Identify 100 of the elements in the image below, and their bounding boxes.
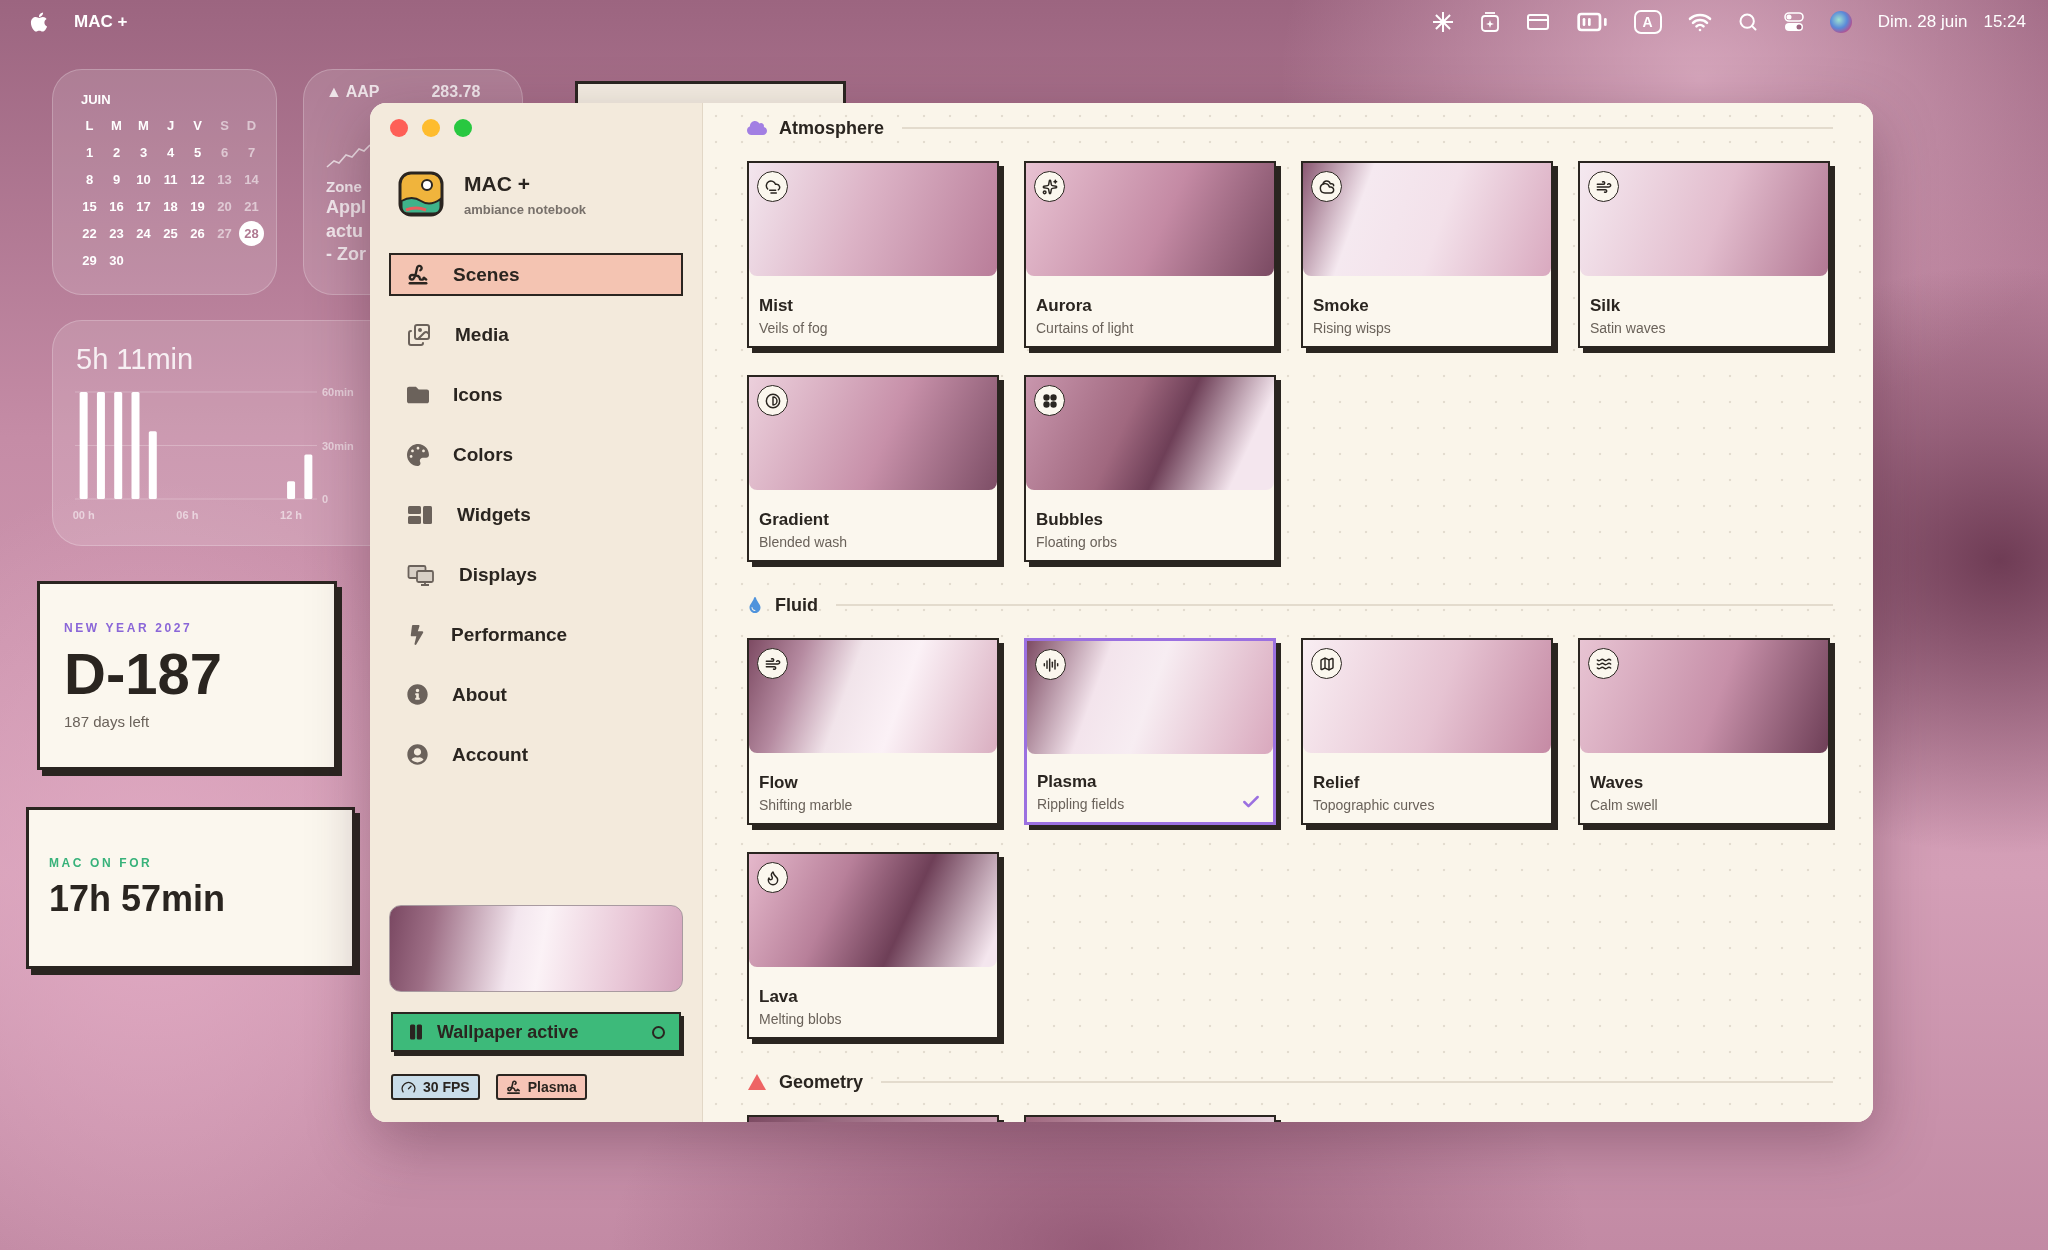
weekday-label: D <box>245 117 258 135</box>
sidebar-item[interactable]: Icons <box>389 373 683 416</box>
sidebar-item[interactable]: About <box>389 673 683 716</box>
scene-title: Lava <box>759 987 799 1007</box>
stock-news-text: Zone <box>326 176 362 197</box>
uptime-label: MAC ON FOR <box>49 856 154 871</box>
section-title: Atmosphere <box>779 117 885 139</box>
month-label: JUIN <box>81 92 112 107</box>
weekday-label: V <box>192 117 203 135</box>
starburst-icon[interactable] <box>1431 11 1454 33</box>
siri-icon[interactable] <box>1829 11 1852 33</box>
calendar-day: 21 <box>239 194 264 219</box>
menu-clock[interactable]: 15:24 <box>1983 12 2026 32</box>
calendar-day: 20 <box>212 194 237 219</box>
chart-bar <box>148 431 157 499</box>
chart-bar <box>287 481 296 499</box>
app-logo <box>398 171 444 217</box>
stock-news-text: - Zor <box>326 243 366 267</box>
calendar-day: 27 <box>212 221 237 246</box>
gauge-icon <box>401 1079 416 1095</box>
stock-symbol: ▲ AAP <box>326 82 380 102</box>
scene-title: Aurora <box>1036 296 1093 316</box>
calendar-day: 15 <box>77 194 102 219</box>
scene-subtitle: Rippling fields <box>1037 796 1125 812</box>
chart-bar <box>304 454 313 499</box>
weekday-label: M <box>110 117 123 135</box>
scene-subtitle: Satin waves <box>1590 320 1666 336</box>
calendar-day: 3 <box>131 140 156 165</box>
sidebar-item[interactable]: Scenes <box>389 253 683 296</box>
calendar-day: 28 <box>239 221 264 246</box>
images-icon <box>407 322 431 347</box>
scene-title: Waves <box>1590 773 1645 793</box>
calendar-day: 11 <box>158 167 183 192</box>
sidebar-item-label: Performance <box>451 623 568 646</box>
calendar-day: 26 <box>185 221 210 246</box>
sidebar-item-label: Icons <box>453 383 503 406</box>
sidebar-item[interactable]: Account <box>389 733 683 776</box>
sparkline <box>326 142 371 169</box>
countdown-label: NEW YEAR 2027 <box>64 620 194 635</box>
scene-subtitle: Blended wash <box>759 534 847 550</box>
monitors-icon <box>407 563 435 586</box>
calendar-day: 4 <box>158 140 183 165</box>
calendar-day: 7 <box>239 140 264 165</box>
app-menu[interactable]: MAC + <box>74 12 128 32</box>
sidebar-item[interactable]: Displays <box>389 553 683 596</box>
sidebar-item[interactable]: Performance <box>389 613 683 656</box>
scene-title: Smoke <box>1313 296 1370 316</box>
calendar-day: 9 <box>104 167 129 192</box>
stock-price: 283.78 <box>431 82 481 102</box>
sidebar-item[interactable]: Colors <box>389 433 683 476</box>
scene-title: Flow <box>759 773 799 793</box>
calendar-day: 24 <box>131 221 156 246</box>
calendar-day: 19 <box>185 194 210 219</box>
wind-icon <box>757 648 788 679</box>
sidebar-item-label: Account <box>452 743 528 766</box>
zoom-button[interactable] <box>454 119 472 137</box>
calendar-day: 18 <box>158 194 183 219</box>
scene-subtitle: Shifting marble <box>759 797 853 813</box>
flame-icon <box>757 862 788 893</box>
scene-title: Bubbles <box>1036 510 1105 530</box>
map-icon <box>1311 648 1342 679</box>
close-button[interactable] <box>390 119 408 137</box>
apple-icon[interactable] <box>28 11 50 33</box>
calendar-day: 25 <box>158 221 183 246</box>
calendar-day: 10 <box>131 167 156 192</box>
stock-news-text: actu <box>326 219 363 243</box>
calendar-day: 13 <box>212 167 237 192</box>
scene-subtitle: Topographic curves <box>1313 797 1435 813</box>
app-tagline: ambiance notebook <box>464 201 587 217</box>
sidebar-item[interactable]: Media <box>389 313 683 356</box>
screen-time-total: 5h 11min <box>76 343 194 376</box>
contrast-icon <box>757 385 788 416</box>
calendar-day: 5 <box>185 140 210 165</box>
section-title: Geometry <box>779 1071 864 1093</box>
control-center-icon[interactable] <box>1783 12 1804 32</box>
scene-title: Gradient <box>759 510 830 530</box>
calendar-day: 22 <box>77 221 102 246</box>
cloud-fog-icon <box>757 171 788 202</box>
search-icon[interactable] <box>1737 12 1758 32</box>
scene-subtitle: Floating orbs <box>1036 534 1117 550</box>
dots-icon <box>1034 385 1065 416</box>
widget-box-icon[interactable] <box>1479 11 1500 33</box>
calendar-day: 2 <box>104 140 129 165</box>
scene-title: Mist <box>759 296 794 316</box>
countdown-value: D-187 <box>64 640 223 708</box>
pause-icon <box>407 1023 425 1041</box>
scene-title: Silk <box>1590 296 1622 316</box>
sidebar-item-label: About <box>452 683 507 706</box>
palette-icon <box>407 443 429 466</box>
calendar-day: 14 <box>239 167 264 192</box>
wind-icon <box>1588 171 1619 202</box>
scene-subtitle: Rising wisps <box>1313 320 1391 336</box>
sidebar-item[interactable]: Widgets <box>389 493 683 536</box>
calendar-day: 29 <box>77 248 102 273</box>
sidebar-item-label: Widgets <box>457 503 531 526</box>
sidebar-item-label: Scenes <box>453 263 520 286</box>
calendar-day: 8 <box>77 167 102 192</box>
app-name: MAC + <box>464 171 531 196</box>
user-icon <box>407 744 428 765</box>
audio-lines-icon <box>1035 649 1066 680</box>
